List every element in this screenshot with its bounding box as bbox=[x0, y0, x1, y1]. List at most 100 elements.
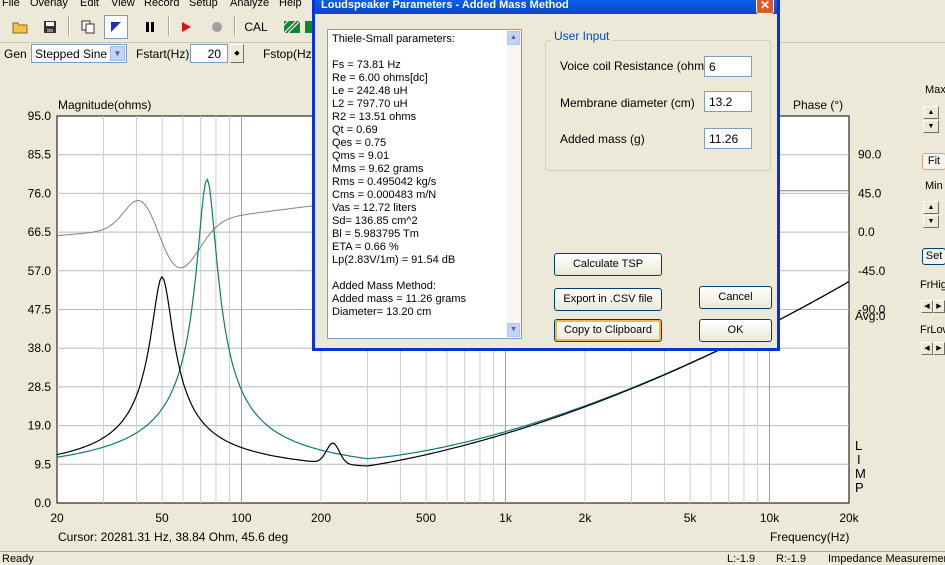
frhigh-label: FrHig bbox=[920, 279, 945, 291]
export-csv-button[interactable]: Export in .CSV file bbox=[554, 288, 662, 311]
fit-button[interactable]: Fit bbox=[922, 153, 945, 170]
y-left-tick-label: 47.5 bbox=[28, 303, 52, 317]
max-up-button[interactable]: ▲ bbox=[923, 106, 939, 119]
tsp-line: Mms = 9.62 grams bbox=[332, 163, 424, 175]
tsp-line: ETA = 0.66 % bbox=[332, 241, 399, 253]
set-label: Set bbox=[925, 250, 943, 262]
membrane-diameter-input[interactable]: 13.2 bbox=[704, 91, 752, 112]
cancel-button[interactable]: Cancel bbox=[699, 286, 772, 309]
ok-button[interactable]: OK bbox=[699, 319, 772, 342]
menu-file[interactable]: File bbox=[2, 0, 20, 9]
tsp-line: Vas = 12.72 liters bbox=[332, 202, 417, 214]
menu-edit[interactable]: Edit bbox=[80, 0, 99, 9]
export-csv-label: Export in .CSV file bbox=[563, 293, 653, 305]
x-tick-label: 2k bbox=[579, 511, 593, 525]
open-folder-button[interactable] bbox=[8, 15, 32, 39]
fstart-input[interactable]: 20 bbox=[190, 44, 228, 63]
tsp-line: L2 = 797.70 uH bbox=[332, 98, 408, 110]
fstart-label: Fstart(Hz) bbox=[136, 47, 190, 61]
y-right-tick-label: 0.0 bbox=[858, 225, 875, 239]
right-panel: Max ▲ ▼ Fit Min ▲ ▼ Set FrHig ◀ ▶ FrLow … bbox=[917, 68, 945, 550]
min-up-button[interactable]: ▲ bbox=[923, 201, 939, 214]
menu-record[interactable]: Record bbox=[144, 0, 179, 9]
dialog-title-bar[interactable]: Loudspeaker Parameters - Added Mass Meth… bbox=[315, 0, 777, 14]
frlow-left-button[interactable]: ◀ bbox=[921, 342, 933, 355]
x-tick-label: 50 bbox=[155, 511, 169, 525]
tsp-line: Added mass = 11.26 grams bbox=[332, 293, 467, 305]
scroll-up-icon[interactable]: ▲ bbox=[507, 31, 520, 45]
tsp-line: Thiele-Small parameters: bbox=[332, 33, 455, 45]
loudspeaker-parameters-dialog: Loudspeaker Parameters - Added Mass Meth… bbox=[312, 0, 780, 351]
added-mass-label: Added mass (g) bbox=[560, 132, 645, 146]
folder-icon bbox=[12, 22, 28, 34]
min-label: Min bbox=[925, 180, 943, 192]
menu-analyze[interactable]: Analyze bbox=[230, 0, 269, 9]
tsp-line: Le = 242.48 uH bbox=[332, 85, 408, 97]
stop-circle-icon bbox=[212, 22, 222, 32]
tsp-line: Lp(2.83V/1m) = 91.54 dB bbox=[332, 254, 456, 266]
close-icon[interactable]: ✕ bbox=[756, 0, 774, 14]
max-label: Max bbox=[925, 84, 945, 96]
x-ticks: 20 50 100 200 500 1k 2k 5k 10k 20k bbox=[50, 511, 859, 525]
y-left-tick-label: 76.0 bbox=[28, 186, 52, 200]
set-button[interactable]: Set bbox=[922, 248, 945, 265]
calibrate-button[interactable]: CAL bbox=[240, 15, 272, 39]
play-button[interactable] bbox=[174, 15, 198, 39]
y-left-tick-label: 38.0 bbox=[28, 341, 52, 355]
tsp-line: Rms = 0.495042 kg/s bbox=[332, 176, 437, 188]
tsp-line: Qes = 0.75 bbox=[332, 137, 387, 149]
copy-button[interactable] bbox=[76, 15, 100, 39]
copy-to-clipboard-label: Copy to Clipboard bbox=[563, 324, 653, 336]
tsp-line: Qms = 9.01 bbox=[332, 150, 390, 162]
menu-setup[interactable]: Setup bbox=[189, 0, 218, 9]
tsp-line: Re = 6.00 ohms[dc] bbox=[332, 72, 428, 84]
fstop-label: Fstop(Hz) bbox=[263, 47, 316, 61]
chevron-down-icon[interactable]: ▼ bbox=[110, 46, 125, 61]
x-tick-label: 20k bbox=[839, 511, 859, 525]
y-right-tick-label: 90.0 bbox=[858, 148, 882, 162]
pattern-button[interactable] bbox=[280, 15, 304, 39]
tsp-line: Qt = 0.69 bbox=[332, 124, 378, 136]
y-left-tick-label: 19.0 bbox=[28, 419, 52, 433]
membrane-diameter-value: 13.2 bbox=[709, 95, 733, 109]
menu-view[interactable]: View bbox=[111, 0, 135, 9]
status-left-level: L:-1.9 bbox=[727, 553, 756, 565]
voice-coil-input[interactable]: 6 bbox=[704, 56, 752, 77]
min-down-button[interactable]: ▼ bbox=[923, 215, 939, 228]
x-tick-label: 1k bbox=[499, 511, 513, 525]
scroll-down-icon[interactable]: ▼ bbox=[507, 323, 520, 337]
copy-to-clipboard-button[interactable]: Copy to Clipboard bbox=[554, 319, 662, 342]
ok-label: OK bbox=[727, 324, 744, 336]
save-button[interactable] bbox=[38, 15, 62, 39]
cursor-mode-button[interactable] bbox=[104, 15, 128, 39]
calculate-tsp-button[interactable]: Calculate TSP bbox=[554, 253, 662, 276]
tsp-results-textarea[interactable]: Thiele-Small parameters: Fs = 73.81 Hz Re … bbox=[327, 29, 522, 339]
play-icon bbox=[182, 22, 191, 32]
frhigh-left-button[interactable]: ◀ bbox=[921, 300, 933, 313]
frlow-right-button[interactable]: ▶ bbox=[933, 342, 945, 355]
y-right-tick-label: 45.0 bbox=[858, 186, 882, 200]
x-tick-label: 5k bbox=[684, 511, 698, 525]
hatch-pattern-icon bbox=[284, 21, 300, 33]
added-mass-input[interactable]: 11.26 bbox=[704, 128, 752, 149]
user-input-group-title: User Input bbox=[551, 29, 613, 43]
y-left-tick-label: 66.5 bbox=[28, 225, 52, 239]
toolbar-separator bbox=[168, 16, 169, 36]
tsp-line: Cms = 0.000483 m/N bbox=[332, 189, 437, 201]
menu-overlay[interactable]: Overlay bbox=[30, 0, 68, 9]
frhigh-right-button[interactable]: ▶ bbox=[933, 300, 945, 313]
cursor-arrow-icon bbox=[111, 22, 121, 32]
membrane-diameter-label: Membrane diameter (cm) bbox=[560, 96, 695, 110]
fstart-spinner[interactable]: ◆ bbox=[230, 44, 244, 63]
y-right-ticks: 90.0 45.0 0.0 -45.0 -90.0 bbox=[858, 148, 886, 317]
signal-type-select[interactable]: Stepped Sine ▼ bbox=[31, 44, 127, 63]
max-down-button[interactable]: ▼ bbox=[923, 120, 939, 133]
menu-help[interactable]: Help bbox=[279, 0, 302, 9]
pause-button[interactable] bbox=[138, 15, 162, 39]
stop-button[interactable] bbox=[205, 15, 229, 39]
x-tick-label: 100 bbox=[232, 511, 252, 525]
voice-coil-value: 6 bbox=[709, 60, 716, 74]
tsp-scrollbar[interactable]: ▲ ▼ bbox=[506, 30, 521, 338]
x-tick-label: 200 bbox=[311, 511, 331, 525]
y-left-tick-label: 85.5 bbox=[28, 148, 52, 162]
